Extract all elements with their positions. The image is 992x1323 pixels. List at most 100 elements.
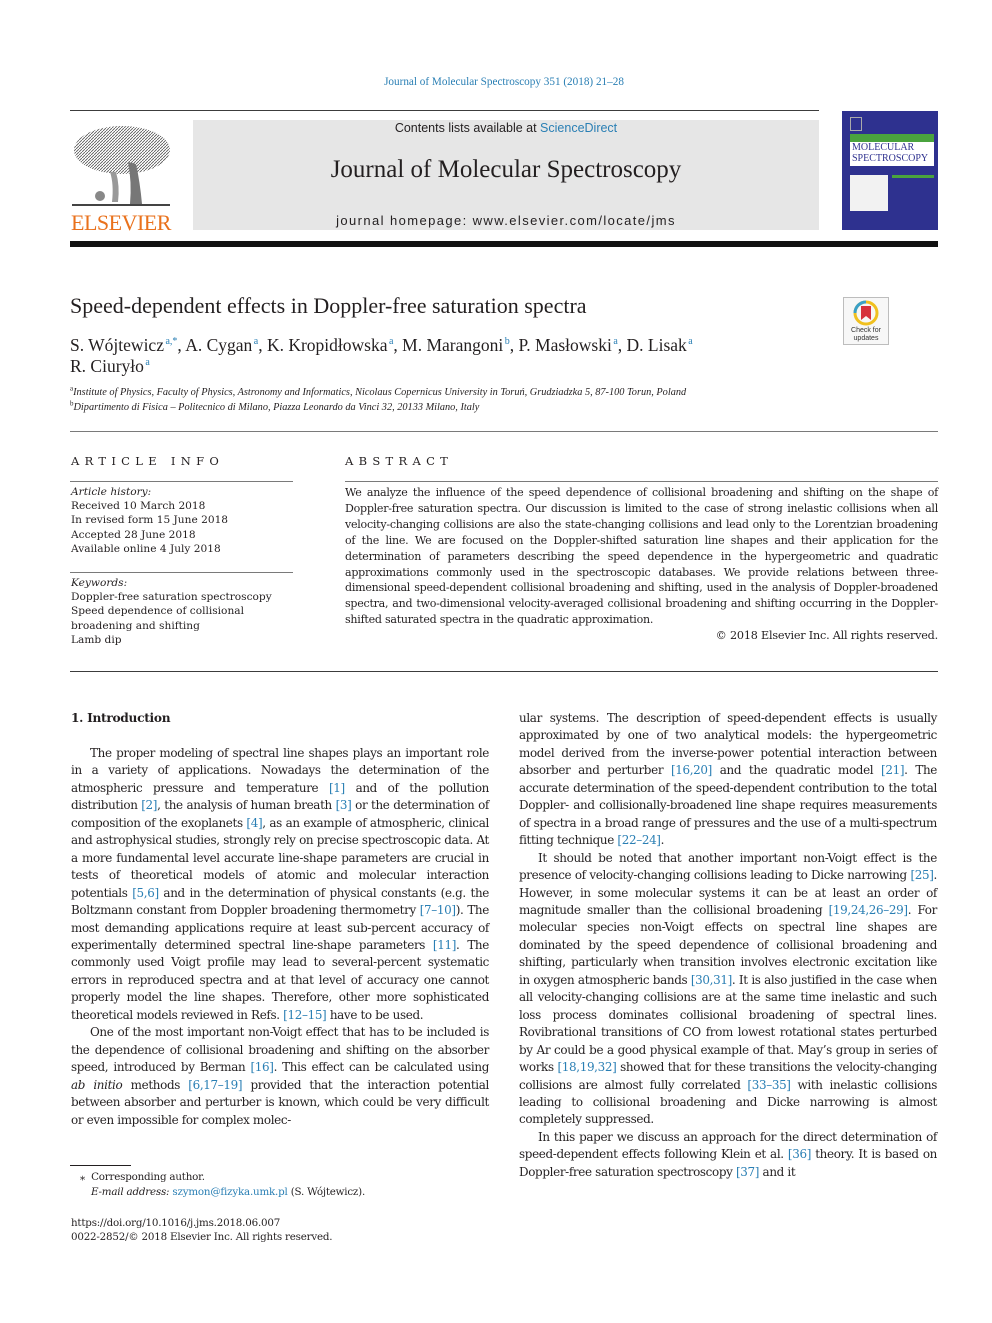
history-item: Accepted 28 June 2018 [71, 528, 196, 541]
header-divider [70, 110, 819, 111]
divider [70, 572, 293, 573]
corresponding-author-footnote: ⁎ Corresponding author. [80, 1171, 205, 1183]
body-column-right: ular systems. The description of speed-d… [519, 710, 937, 1181]
header-thick-divider [70, 241, 938, 247]
citation-link[interactable]: [3] [336, 798, 352, 812]
affiliation: bDipartimento di Fisica – Politecnico di… [70, 400, 480, 413]
footnote-divider [70, 1165, 131, 1166]
journal-title: Journal of Molecular Spectroscopy [330, 156, 682, 183]
email-owner: (S. Wójtewicz). [290, 1186, 366, 1198]
history-item: Available online 4 July 2018 [71, 542, 221, 555]
citation-link[interactable]: [12–15] [283, 1008, 327, 1022]
footnote-text: Corresponding author. [91, 1171, 205, 1183]
divider [70, 431, 938, 432]
article-history: Article history: Received 10 March 2018 … [71, 485, 301, 556]
article-title: Speed-dependent effects in Doppler-free … [70, 293, 587, 318]
body-paragraph: ular systems. The description of speed-d… [519, 710, 937, 850]
divider [70, 481, 293, 482]
author-affiliation-mark[interactable]: a,* [165, 336, 177, 347]
paragraph-text: . [660, 833, 665, 848]
keyword-item: Lamb dip [71, 633, 122, 646]
affiliation: aInstitute of Physics, Faculty of Physic… [70, 385, 687, 398]
cover-title: MOLECULAR SPECTROSCOPY [850, 142, 934, 166]
paragraph-text: It should be noted that another importan… [519, 850, 937, 883]
author-name[interactable]: P. Masłowski [518, 335, 611, 355]
article-info-heading: ARTICLE INFO [71, 454, 225, 468]
citation-link[interactable]: [2] [141, 798, 157, 812]
keywords-label: Keywords: [71, 577, 128, 589]
svg-text:Check for: Check for [851, 327, 882, 334]
svg-text:updates: updates [854, 335, 879, 342]
history-item: In revised form 15 June 2018 [71, 514, 229, 527]
body-paragraph: The proper modeling of spectral line sha… [71, 745, 489, 1024]
divider [70, 671, 938, 672]
contents-available-line: Contents lists available at ScienceDirec… [193, 121, 819, 135]
email-label: E-mail address: [91, 1186, 170, 1198]
sciencedirect-link[interactable]: ScienceDirect [540, 121, 617, 135]
citation-link[interactable]: [4] [246, 816, 262, 830]
paragraph-text: have to be used. [326, 1007, 424, 1022]
citation-link[interactable]: [5,6] [132, 886, 159, 900]
check-for-updates-button[interactable]: Check for updates [843, 297, 889, 345]
abstract-text: We analyze the influence of the speed de… [345, 486, 938, 627]
keywords: Keywords: Doppler-free saturation spectr… [71, 576, 301, 647]
citation-link[interactable]: [22–24] [617, 833, 661, 847]
doi-link[interactable]: https://doi.org/10.1016/j.jms.2018.06.00… [71, 1217, 280, 1229]
author-name[interactable]: K. Kropidłowska [267, 335, 388, 355]
cover-title-line: MOLECULAR [852, 142, 915, 153]
body-paragraph: In this paper we discuss an approach for… [519, 1129, 937, 1181]
paragraph-text: methods [122, 1077, 189, 1092]
citation-link[interactable]: [36] [788, 1147, 811, 1161]
paragraph-text: . It is also justified in the case when … [519, 972, 937, 1075]
cover-logo-icon [850, 117, 862, 131]
body-paragraph: It should be noted that another importan… [519, 850, 937, 1129]
citation-link[interactable]: [7–10] [420, 903, 456, 917]
elsevier-wordmark: ELSEVIER [71, 210, 171, 235]
citation-link[interactable]: [19,24,26–29] [829, 903, 908, 917]
cover-volume-band [892, 175, 934, 178]
italic-text: ab initio [71, 1077, 123, 1092]
keyword-item: Doppler-free saturation spectroscopy [71, 591, 272, 604]
asterisk-icon: ⁎ [80, 1171, 85, 1183]
citation-link[interactable]: [18,19,32] [557, 1060, 616, 1074]
citation-link[interactable]: [16] [250, 1060, 273, 1074]
affiliation-text: Institute of Physics, Faculty of Physics… [73, 387, 687, 398]
body-column-left: The proper modeling of spectral line sha… [71, 745, 489, 1129]
citation-link[interactable]: [30,31] [691, 973, 732, 987]
contents-prefix: Contents lists available at [394, 121, 541, 135]
author-name[interactable]: D. Lisak [627, 335, 687, 355]
history-item: Received 10 March 2018 [71, 500, 206, 513]
author-affiliation-mark[interactable]: a [145, 357, 149, 368]
author-name[interactable]: R. Ciuryło [70, 356, 144, 376]
section-heading: 1. Introduction [71, 711, 171, 725]
author-affiliation-mark[interactable]: a [613, 336, 617, 347]
citation-link[interactable]: [6,17–19] [188, 1078, 242, 1092]
journal-homepage-link[interactable]: journal homepage: www.elsevier.com/locat… [193, 213, 819, 228]
citation-link[interactable]: [33–35] [747, 1078, 791, 1092]
author-affiliation-mark[interactable]: a [254, 336, 258, 347]
citation-link[interactable]: [25] [910, 868, 933, 882]
author-affiliation-mark[interactable]: b [505, 336, 510, 347]
author-list-continued: R. Ciuryło a [70, 356, 150, 377]
citation-link[interactable]: [1] [329, 781, 345, 795]
abstract-copyright: © 2018 Elsevier Inc. All rights reserved… [715, 629, 939, 642]
author-affiliation-mark[interactable]: a [688, 336, 692, 347]
author-name[interactable]: M. Marangoni [402, 335, 503, 355]
citation-link[interactable]: [37] [736, 1165, 759, 1179]
author-name[interactable]: A. Cygan [185, 335, 252, 355]
paragraph-text: , the analysis of human breath [157, 798, 336, 813]
citation-link[interactable]: [11] [433, 938, 456, 952]
citation-link[interactable]: [21] [881, 763, 904, 777]
keyword-item: Speed dependence of collisional broadeni… [71, 605, 244, 632]
journal-citation[interactable]: Journal of Molecular Spectroscopy 351 (2… [0, 76, 992, 88]
author-list: S. Wójtewicz a,*, A. Cygan a, K. Kropidł… [70, 335, 693, 355]
affiliation-text: Dipartimento di Fisica – Politecnico di … [73, 402, 480, 413]
citation-link[interactable]: [16,20] [671, 763, 712, 777]
article-history-label: Article history: [71, 486, 152, 498]
author-affiliation-mark[interactable]: a [389, 336, 393, 347]
journal-cover-image[interactable]: MOLECULAR SPECTROSCOPY [842, 111, 938, 230]
body-paragraph: One of the most important non-Voigt effe… [71, 1024, 489, 1129]
cover-title-line: SPECTROSCOPY [852, 153, 929, 164]
author-name[interactable]: S. Wójtewicz [70, 335, 164, 355]
email-link[interactable]: szymon@fizyka.umk.pl [172, 1186, 287, 1198]
